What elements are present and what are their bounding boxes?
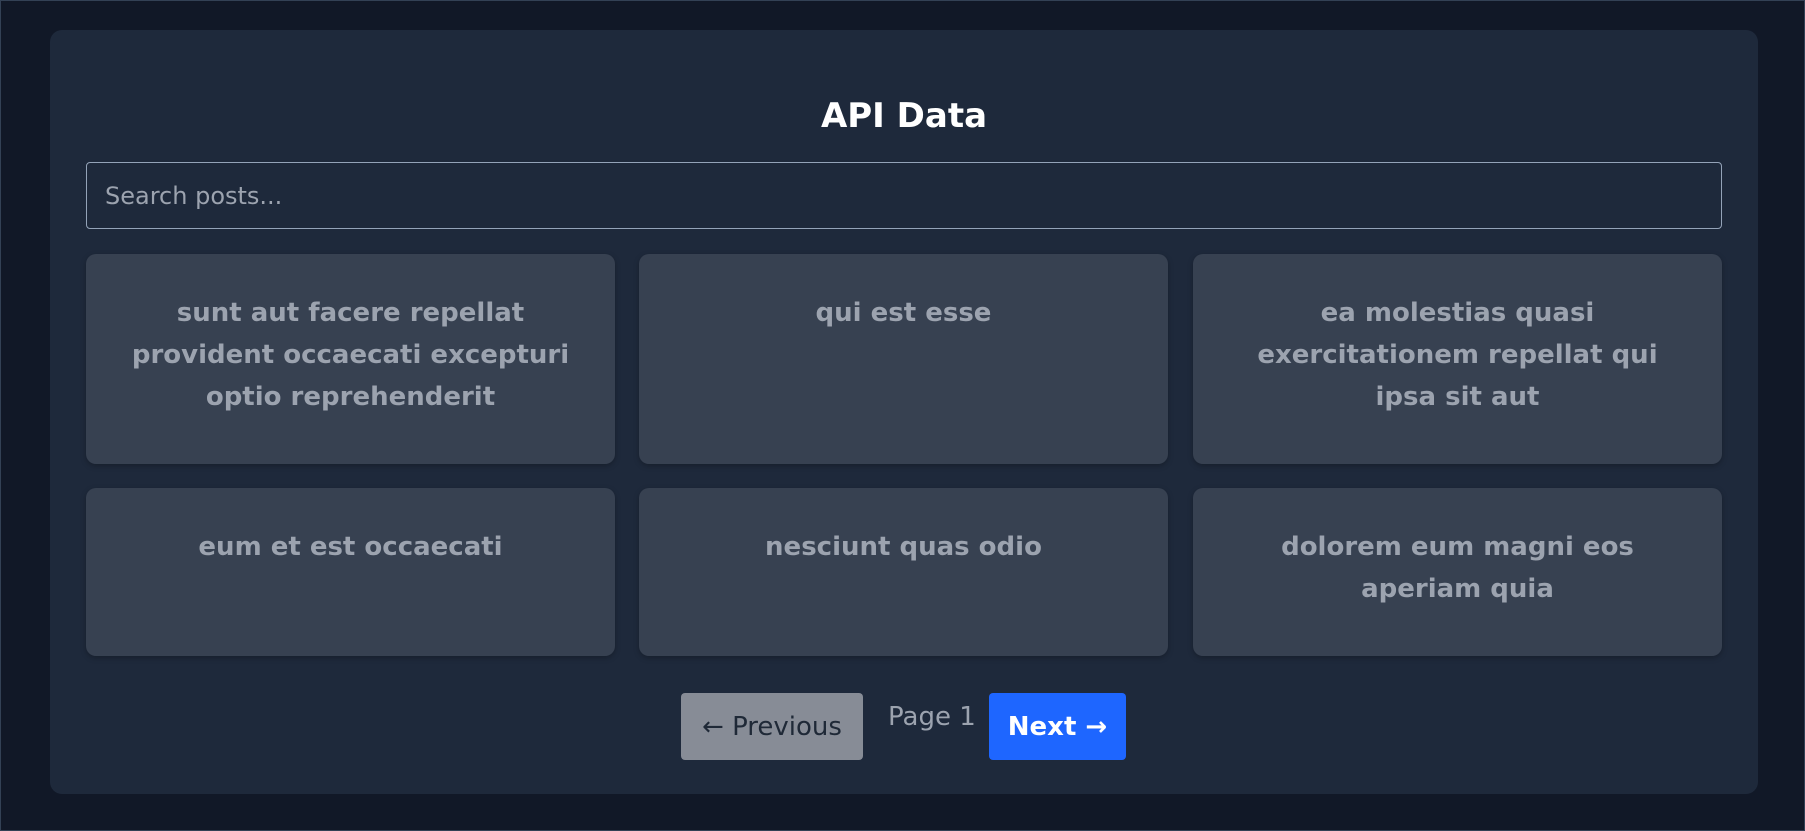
post-card[interactable]: nesciunt quas odio <box>639 488 1168 656</box>
post-card[interactable]: dolorem eum magni eos aperiam quia <box>1193 488 1722 656</box>
post-title: ea molestias quasi exercitationem repell… <box>1257 298 1658 412</box>
post-title: dolorem eum magni eos aperiam quia <box>1281 532 1634 604</box>
post-title: qui est esse <box>815 298 992 328</box>
post-title: eum et est occaecati <box>198 532 503 562</box>
next-page-button[interactable]: Next → <box>989 693 1126 760</box>
pagination: ← Previous Page 1 Next → <box>50 693 1758 760</box>
post-card[interactable]: qui est esse <box>639 254 1168 464</box>
app-frame: API Data sunt aut facere repellat provid… <box>0 0 1805 831</box>
post-card[interactable]: ea molestias quasi exercitationem repell… <box>1193 254 1722 464</box>
page-indicator: Page 1 <box>888 702 976 732</box>
previous-page-button[interactable]: ← Previous <box>681 693 863 760</box>
post-title: sunt aut facere repellat provident occae… <box>131 298 570 412</box>
page-title: API Data <box>820 96 988 136</box>
post-card[interactable]: sunt aut facere repellat provident occae… <box>86 254 615 464</box>
post-card[interactable]: eum et est occaecati <box>86 488 615 656</box>
search-input[interactable] <box>86 162 1722 229</box>
main-panel: API Data sunt aut facere repellat provid… <box>50 30 1758 794</box>
post-title: nesciunt quas odio <box>765 532 1042 562</box>
